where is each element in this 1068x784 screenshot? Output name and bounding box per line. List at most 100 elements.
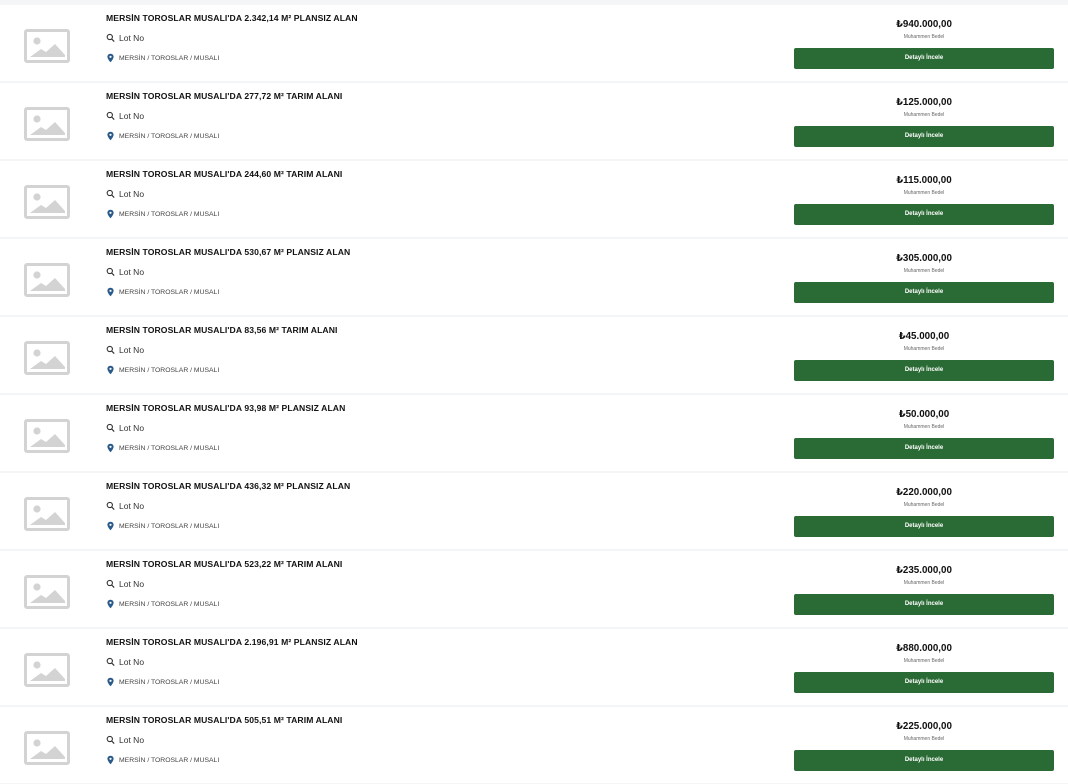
lot-label: Lot No <box>119 423 145 433</box>
price: ₺115.000,00 <box>896 175 952 186</box>
price: ₺235.000,00 <box>896 565 952 576</box>
lot-number: Lot No <box>106 266 144 278</box>
location: MERSİN / TOROSLAR / MUSALI <box>106 286 219 298</box>
listing-list: MERSİN TOROSLAR MUSALI'DA 2.342,14 M² PL… <box>0 0 1068 784</box>
lot-label: Lot No <box>119 267 145 277</box>
price: ₺225.000,00 <box>896 721 952 732</box>
map-pin-icon <box>106 677 115 687</box>
detail-button[interactable]: Detaylı İncele <box>794 516 1054 537</box>
image-placeholder-icon[interactable] <box>24 341 70 375</box>
listing-title[interactable]: MERSİN TOROSLAR MUSALI'DA 523,22 M² TARI… <box>106 559 342 569</box>
location-text: MERSİN / TOROSLAR / MUSALI <box>119 444 220 452</box>
search-icon <box>106 579 115 589</box>
listing-title[interactable]: MERSİN TOROSLAR MUSALI'DA 2.196,91 M² PL… <box>106 637 358 647</box>
lot-number: Lot No <box>106 422 144 434</box>
image-placeholder-icon[interactable] <box>24 185 70 219</box>
price: ₺50.000,00 <box>898 409 950 420</box>
listing-title[interactable]: MERSİN TOROSLAR MUSALI'DA 2.342,14 M² PL… <box>106 13 358 23</box>
lot-number: Lot No <box>106 656 144 668</box>
price: ₺45.000,00 <box>898 331 950 342</box>
detail-button[interactable]: Detaylı İncele <box>794 750 1054 771</box>
map-pin-icon <box>106 209 115 219</box>
price: ₺125.000,00 <box>896 97 952 108</box>
image-placeholder-icon[interactable] <box>24 29 70 63</box>
listing-row: MERSİN TOROSLAR MUSALI'DA 2.342,14 M² PL… <box>0 5 1068 81</box>
lot-label: Lot No <box>119 501 145 511</box>
image-placeholder-icon[interactable] <box>24 497 70 531</box>
image-placeholder-icon[interactable] <box>24 263 70 297</box>
price: ₺940.000,00 <box>896 19 952 30</box>
lot-label: Lot No <box>119 657 145 667</box>
map-pin-icon <box>106 755 115 765</box>
map-pin-icon <box>106 599 115 609</box>
image-placeholder-icon[interactable] <box>24 653 70 687</box>
search-icon <box>106 345 115 355</box>
location-text: MERSİN / TOROSLAR / MUSALI <box>119 600 220 608</box>
detail-button[interactable]: Detaylı İncele <box>794 204 1054 225</box>
listing-row: MERSİN TOROSLAR MUSALI'DA 93,98 M² PLANS… <box>0 395 1068 471</box>
location-text: MERSİN / TOROSLAR / MUSALI <box>119 288 220 296</box>
listing-title[interactable]: MERSİN TOROSLAR MUSALI'DA 83,56 M² TARIM… <box>106 325 338 335</box>
lot-number: Lot No <box>106 188 144 200</box>
map-pin-icon <box>106 443 115 453</box>
lot-number: Lot No <box>106 578 144 590</box>
price-label: Muhammen Bedel <box>903 502 945 508</box>
map-pin-icon <box>106 53 115 63</box>
image-placeholder-icon[interactable] <box>24 575 70 609</box>
price: ₺220.000,00 <box>896 487 952 498</box>
location: MERSİN / TOROSLAR / MUSALI <box>106 364 219 376</box>
price-label: Muhammen Bedel <box>903 268 945 274</box>
location-text: MERSİN / TOROSLAR / MUSALI <box>119 522 220 530</box>
search-icon <box>106 423 115 433</box>
location: MERSİN / TOROSLAR / MUSALI <box>106 676 219 688</box>
search-icon <box>106 33 115 43</box>
lot-label: Lot No <box>119 33 145 43</box>
listing-title[interactable]: MERSİN TOROSLAR MUSALI'DA 244,60 M² TARI… <box>106 169 342 179</box>
listing-row: MERSİN TOROSLAR MUSALI'DA 2.196,91 M² PL… <box>0 629 1068 705</box>
detail-button[interactable]: Detaylı İncele <box>794 126 1054 147</box>
detail-button[interactable]: Detaylı İncele <box>794 360 1054 381</box>
listing-title[interactable]: MERSİN TOROSLAR MUSALI'DA 505,51 M² TARI… <box>106 715 342 725</box>
lot-label: Lot No <box>119 735 145 745</box>
location-text: MERSİN / TOROSLAR / MUSALI <box>119 366 220 374</box>
image-placeholder-icon[interactable] <box>24 731 70 765</box>
location: MERSİN / TOROSLAR / MUSALI <box>106 598 219 610</box>
map-pin-icon <box>106 521 115 531</box>
location-text: MERSİN / TOROSLAR / MUSALI <box>119 678 220 686</box>
lot-number: Lot No <box>106 32 144 44</box>
listing-row: MERSİN TOROSLAR MUSALI'DA 277,72 M² TARI… <box>0 83 1068 159</box>
location-text: MERSİN / TOROSLAR / MUSALI <box>119 210 220 218</box>
detail-button[interactable]: Detaylı İncele <box>794 48 1054 69</box>
price-label: Muhammen Bedel <box>903 112 945 118</box>
map-pin-icon <box>106 365 115 375</box>
price-label: Muhammen Bedel <box>903 34 945 40</box>
detail-button[interactable]: Detaylı İncele <box>794 672 1054 693</box>
image-placeholder-icon[interactable] <box>24 107 70 141</box>
lot-label: Lot No <box>119 111 145 121</box>
detail-button[interactable]: Detaylı İncele <box>794 438 1054 459</box>
location-text: MERSİN / TOROSLAR / MUSALI <box>119 132 220 140</box>
listing-row: MERSİN TOROSLAR MUSALI'DA 505,51 M² TARI… <box>0 707 1068 783</box>
map-pin-icon <box>106 287 115 297</box>
search-icon <box>106 189 115 199</box>
price: ₺305.000,00 <box>896 253 952 264</box>
listing-title[interactable]: MERSİN TOROSLAR MUSALI'DA 277,72 M² TARI… <box>106 91 342 101</box>
search-icon <box>106 735 115 745</box>
price-label: Muhammen Bedel <box>903 346 945 352</box>
listing-title[interactable]: MERSİN TOROSLAR MUSALI'DA 436,32 M² PLAN… <box>106 481 350 491</box>
listing-row: MERSİN TOROSLAR MUSALI'DA 530,67 M² PLAN… <box>0 239 1068 315</box>
lot-label: Lot No <box>119 345 145 355</box>
detail-button[interactable]: Detaylı İncele <box>794 282 1054 303</box>
listing-row: MERSİN TOROSLAR MUSALI'DA 523,22 M² TARI… <box>0 551 1068 627</box>
location: MERSİN / TOROSLAR / MUSALI <box>106 52 219 64</box>
map-pin-icon <box>106 131 115 141</box>
detail-button[interactable]: Detaylı İncele <box>794 594 1054 615</box>
listing-row: MERSİN TOROSLAR MUSALI'DA 436,32 M² PLAN… <box>0 473 1068 549</box>
image-placeholder-icon[interactable] <box>24 419 70 453</box>
location: MERSİN / TOROSLAR / MUSALI <box>106 520 219 532</box>
location: MERSİN / TOROSLAR / MUSALI <box>106 754 219 766</box>
price-label: Muhammen Bedel <box>903 190 945 196</box>
listing-title[interactable]: MERSİN TOROSLAR MUSALI'DA 93,98 M² PLANS… <box>106 403 345 413</box>
price-label: Muhammen Bedel <box>903 736 945 742</box>
listing-title[interactable]: MERSİN TOROSLAR MUSALI'DA 530,67 M² PLAN… <box>106 247 350 257</box>
